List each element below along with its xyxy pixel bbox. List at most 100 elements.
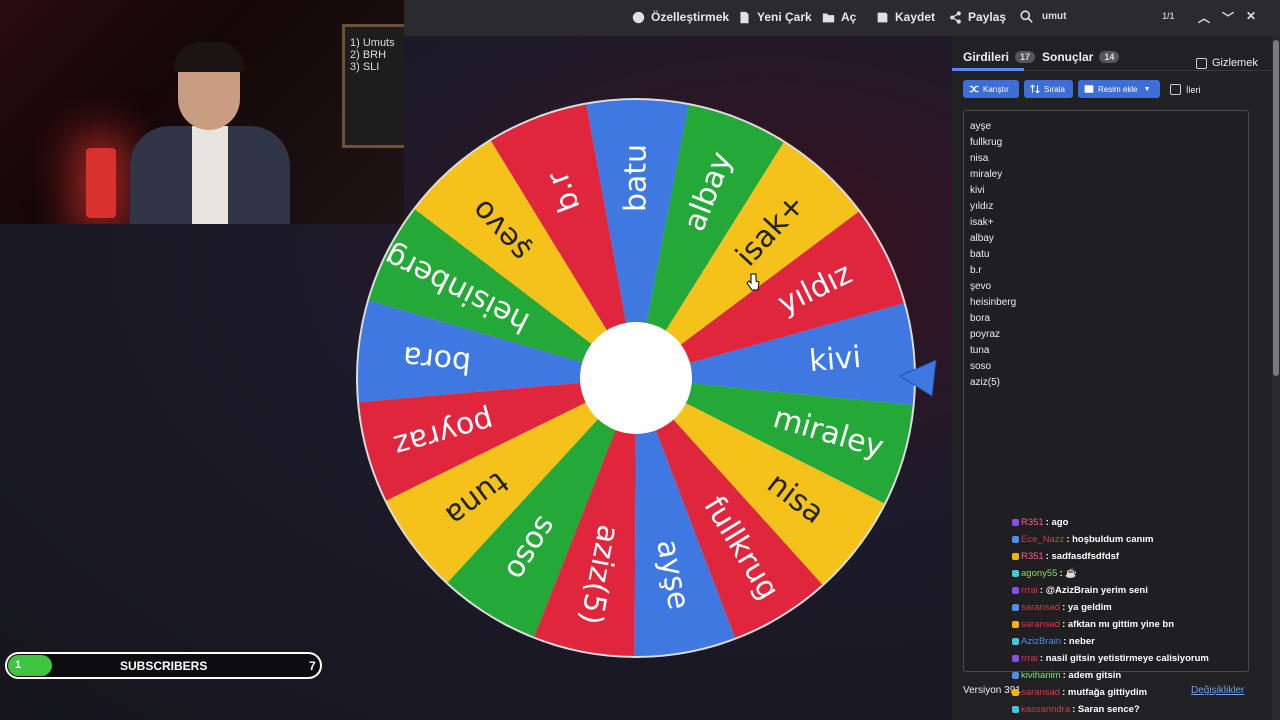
sort-icon <box>1030 84 1040 94</box>
scrollbar-thumb[interactable] <box>1273 40 1279 376</box>
save-label: Kaydet <box>895 10 936 24</box>
folder-icon <box>822 12 835 22</box>
entry-item[interactable]: ayşe <box>970 119 1248 135</box>
chat-text: : sadfasdfsdfdsf <box>1045 551 1120 562</box>
chat-overlay: R351: ago Ece_Nazz: hoşbuldum canım R351: … <box>1012 514 1262 718</box>
add-image-label: Resim ekle <box>1098 84 1138 94</box>
entry-item[interactable]: bora <box>970 311 1248 327</box>
entry-item[interactable]: şevo <box>970 279 1248 295</box>
results-count-badge: 14 <box>1099 51 1120 63</box>
badge-icon <box>1012 587 1019 594</box>
chat-message: saransad: afktan mı gittim yine bn <box>1012 616 1262 633</box>
chat-message: R351: sadfasdfsdfdsf <box>1012 548 1262 565</box>
entry-item[interactable]: batu <box>970 247 1248 263</box>
active-tab-indicator <box>952 68 1024 71</box>
save-icon <box>877 12 888 22</box>
chat-text: : ya geldim <box>1062 602 1112 613</box>
search-input[interactable]: umut <box>1042 11 1066 22</box>
chat-message: AzizBrain: neber <box>1012 633 1262 650</box>
caret-down-icon: ▼ <box>1143 85 1151 93</box>
wheel-segment-label: batu <box>618 144 653 212</box>
subscribers-current: 1 <box>15 659 22 671</box>
entry-item[interactable]: aziz(5) <box>970 375 1248 391</box>
entry-item[interactable]: tuna <box>970 343 1248 359</box>
entry-item[interactable]: b.r <box>970 263 1248 279</box>
chat-text: : adem gitsin <box>1062 670 1122 681</box>
sort-button[interactable]: Sırala <box>1024 80 1073 98</box>
wheel-center-hub[interactable] <box>580 322 692 434</box>
share-button[interactable]: Paylaş <box>949 10 1006 24</box>
shuffle-icon <box>969 85 979 93</box>
chevron-down-icon[interactable]: ﹀ <box>1222 9 1234 26</box>
tab-entries[interactable]: Girdileri 17 <box>963 50 1036 64</box>
chat-message: saransad: ya geldim <box>1012 599 1262 616</box>
badge-icon <box>1012 519 1019 526</box>
search-match-count: 1/1 <box>1162 11 1175 21</box>
subscribers-goal-bar: 1 SUBSCRIBERS 7 <box>5 652 322 679</box>
hide-label: Gizlemek <box>1212 57 1258 69</box>
tab-results[interactable]: Sonuçlar 14 <box>1042 50 1120 64</box>
wheel-segment-label: bora <box>401 339 472 380</box>
entry-item[interactable]: heisinberg <box>970 295 1248 311</box>
board-line: 3) SLI <box>350 61 380 73</box>
chat-message: saransad: mutfağa gittiydim <box>1012 684 1262 701</box>
share-icon <box>950 10 961 24</box>
sort-label: Sırala <box>1044 84 1065 94</box>
share-label: Paylaş <box>968 10 1007 24</box>
open-label: Aç <box>841 10 857 24</box>
lamp <box>86 148 116 218</box>
badge-icon <box>1012 672 1019 679</box>
entry-item[interactable]: yıldız <box>970 199 1248 215</box>
chevron-up-icon[interactable]: ︿ <box>1198 9 1210 26</box>
search-icon[interactable] <box>1020 10 1033 23</box>
chat-username: rrrai <box>1021 653 1038 664</box>
subscribers-label: SUBSCRIBERS <box>120 659 208 673</box>
entry-item[interactable]: soso <box>970 359 1248 375</box>
entry-item[interactable]: miraley <box>970 167 1248 183</box>
chat-message: R351: ago <box>1012 514 1262 531</box>
customize-button[interactable]: Özelleştirmek <box>632 10 729 24</box>
badge-icon <box>1012 655 1019 662</box>
hand-cursor-icon <box>746 273 760 291</box>
badge-icon <box>1012 706 1019 713</box>
badge-icon <box>1012 553 1019 560</box>
badge-icon <box>1012 638 1019 645</box>
add-image-button[interactable]: Resim ekle ▼ <box>1078 80 1160 98</box>
entries-count-badge: 17 <box>1015 51 1036 63</box>
chat-message: kassanndra: Saran sence? <box>1012 701 1262 718</box>
image-icon <box>1084 85 1094 93</box>
new-wheel-label: Yeni Çark <box>757 10 812 24</box>
wheel-pointer-icon <box>898 359 937 397</box>
chat-username: saransad <box>1021 687 1061 698</box>
entry-item[interactable]: isak+ <box>970 215 1248 231</box>
entry-item[interactable]: poyraz <box>970 327 1248 343</box>
chat-username: kassanndra <box>1021 704 1071 715</box>
new-wheel-button[interactable]: Yeni Çark <box>738 10 812 24</box>
badge-icon <box>1012 604 1019 611</box>
badge-icon <box>1012 536 1019 543</box>
badge-icon <box>1012 570 1019 577</box>
entries-list: ayşe fullkrug nisa miraley kivi yıldız isak+ al… <box>964 111 1248 391</box>
entry-item[interactable]: nisa <box>970 151 1248 167</box>
tab-results-label: Sonuçlar <box>1042 50 1094 64</box>
chat-text: : afktan mı gittim yine bn <box>1062 619 1174 630</box>
wheel-segment-label: kivi <box>808 340 863 379</box>
webcam-overlay: 1) Umuts 2) BRH 3) SLI <box>0 0 404 224</box>
hide-checkbox[interactable]: Gizlemek <box>1196 57 1258 69</box>
subscribers-goal: 7 <box>309 659 316 673</box>
chat-message: rrrai: nasil gitsin yetistirmeye calisiy… <box>1012 650 1262 667</box>
entry-item[interactable]: fullkrug <box>970 135 1248 151</box>
advanced-checkbox[interactable]: İleri <box>1170 84 1201 95</box>
chat-username: R351 <box>1021 551 1044 562</box>
advanced-label: İleri <box>1186 84 1201 95</box>
save-button[interactable]: Kaydet <box>876 10 935 24</box>
entry-item[interactable]: albay <box>970 231 1248 247</box>
spin-wheel[interactable]: kiviyıldızisak+albaybatub.rşevoheisinber… <box>346 88 926 668</box>
chat-message: kivihanim: adem gitsin <box>1012 667 1262 684</box>
shuffle-button[interactable]: Karıştır <box>963 80 1019 98</box>
chat-text: : hoşbuldum canım <box>1066 534 1154 545</box>
entry-item[interactable]: kivi <box>970 183 1248 199</box>
close-icon[interactable]: ✕ <box>1246 9 1256 23</box>
open-button[interactable]: Aç <box>822 10 856 24</box>
chat-username: saransad <box>1021 602 1061 613</box>
